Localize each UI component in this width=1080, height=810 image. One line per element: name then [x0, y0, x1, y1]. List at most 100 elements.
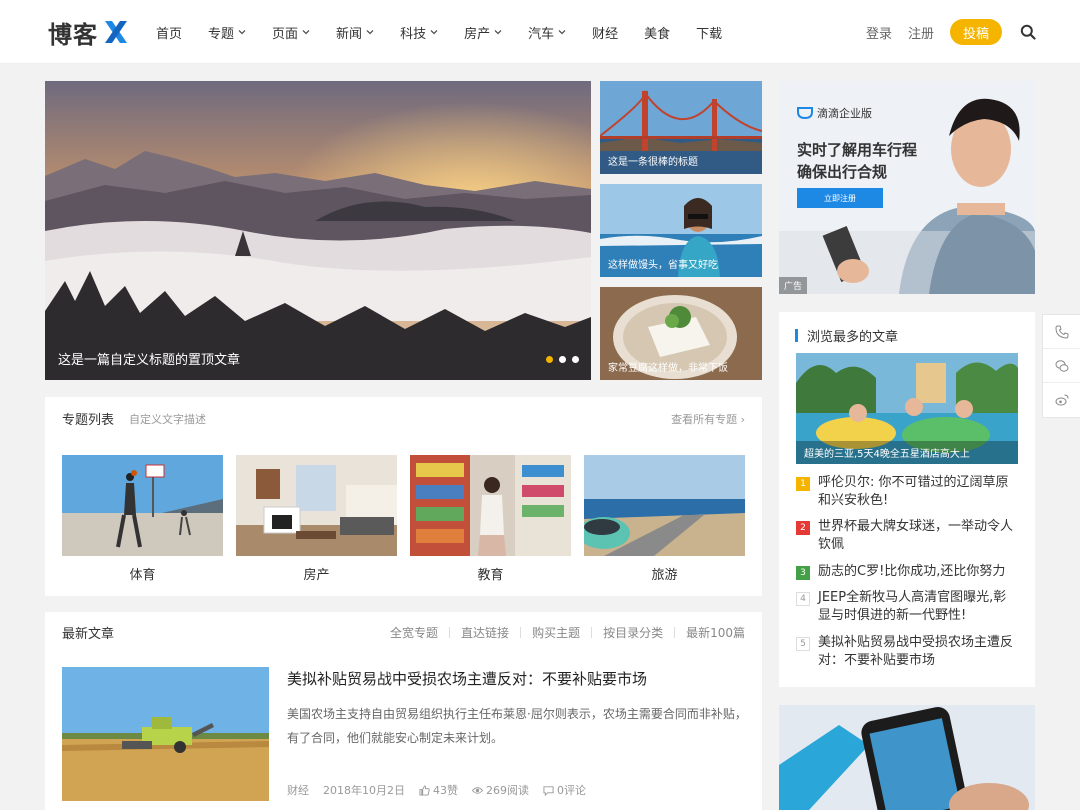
popular-top-image[interactable]: 超美的三亚,5天4晚全五星酒店高大上 [796, 353, 1018, 464]
latest-link[interactable]: 最新100篇 [686, 624, 745, 641]
ad-brand-text: 滴滴企业版 [817, 107, 872, 120]
article-views: 269阅读 [472, 782, 529, 798]
wechat-icon [1055, 359, 1068, 372]
nav-label: 科技 [400, 26, 427, 42]
latest-link[interactable]: 按目录分类 [603, 624, 663, 641]
bookstore-image [410, 455, 571, 556]
nav-item-realestate[interactable]: 房产 [464, 23, 502, 42]
chevron-down-icon [494, 30, 502, 35]
popular-title: 浏览最多的文章 [807, 330, 899, 345]
rank-badge: 4 [796, 592, 810, 606]
featured-caption[interactable]: 这是一篇自定义标题的置顶文章 [58, 349, 240, 368]
chevron-down-icon [558, 30, 566, 35]
latest-title: 最新文章 [62, 627, 115, 642]
side-feature-caption: 家常豆腐这样做，非常下饭 [608, 363, 728, 374]
popular-header: 浏览最多的文章 [795, 326, 898, 345]
divider [674, 627, 676, 638]
slider-dot[interactable] [559, 356, 566, 363]
coast-road-image [584, 455, 745, 556]
header-actions: 登录 注册 投稿 [866, 0, 1036, 64]
popular-item-title: 世界杯最大牌女球迷，一举动令人钦佩 [818, 519, 1014, 552]
topic-label: 旅游 [651, 568, 678, 583]
side-feature-caption: 这是一条很棒的标题 [608, 157, 698, 168]
latest-articles-section: 最新文章 全宽专题 直达链接 购买主题 按目录分类 最新100篇 美拟补贴贸易战… [45, 612, 762, 810]
thumbs-up-icon [419, 784, 430, 796]
nav-item-food[interactable]: 美食 [644, 23, 670, 42]
nav-label: 汽车 [528, 26, 555, 42]
harvester-image [62, 667, 269, 801]
popular-item[interactable]: 5 美拟补贴贸易战中受损农场主遭反对：不要补贴要市场 [796, 634, 1018, 670]
ad-headline-2: 确保出行合规 [797, 163, 888, 181]
article-comments[interactable]: 0评论 [543, 782, 586, 798]
topic-card-education[interactable]: 教育 [410, 455, 571, 583]
comments-count: 0评论 [557, 784, 586, 797]
featured-slider[interactable]: 这是一篇自定义标题的置顶文章 [45, 81, 591, 380]
latest-link[interactable]: 直达链接 [461, 624, 509, 641]
article-title[interactable]: 美拟补贴贸易战中受损农场主遭反对：不要补贴要市场 [287, 668, 647, 689]
topic-card-travel[interactable]: 旅游 [584, 455, 745, 583]
article-category[interactable]: 财经 [287, 782, 309, 798]
topic-card-realestate[interactable]: 房产 [236, 455, 397, 583]
nav-item-home[interactable]: 首页 [156, 23, 182, 42]
nav-item-auto[interactable]: 汽车 [528, 23, 566, 42]
popular-item[interactable]: 2 世界杯最大牌女球迷，一举动令人钦佩 [796, 518, 1018, 554]
nav-item-pages[interactable]: 页面 [272, 23, 310, 42]
eye-icon [472, 786, 483, 794]
nav-item-finance[interactable]: 财经 [592, 23, 618, 42]
latest-link[interactable]: 全宽专题 [390, 624, 438, 641]
topics-title: 专题列表 [62, 413, 115, 428]
ad-banner[interactable]: 滴滴企业版 实时了解用车行程 确保出行合规 立即注册 广告 [779, 81, 1035, 294]
likes-count: 43赞 [433, 784, 458, 797]
side-feature-2[interactable]: 这样做馒头，省事又好吃 [600, 184, 762, 277]
rank-badge: 2 [796, 521, 810, 535]
topic-label: 房产 [303, 568, 330, 583]
nav-item-tech[interactable]: 科技 [400, 23, 438, 42]
side-feature-1[interactable]: 这是一条很棒的标题 [600, 81, 762, 174]
ad-label: 广告 [779, 277, 808, 294]
login-link[interactable]: 登录 [866, 23, 892, 42]
nav-label: 页面 [272, 26, 299, 42]
post-button[interactable]: 投稿 [949, 19, 1002, 45]
slider-dot[interactable] [572, 356, 579, 363]
divider [591, 627, 593, 638]
topic-card-sports[interactable]: 体育 [62, 455, 223, 583]
weibo-icon [1055, 394, 1068, 406]
latest-link[interactable]: 购买主题 [532, 624, 580, 641]
wechat-button[interactable] [1043, 349, 1080, 383]
article-thumbnail[interactable] [62, 667, 269, 801]
side-feature-3[interactable]: 家常豆腐这样做，非常下饭 [600, 287, 762, 380]
article-date: 2018年10月2日 [323, 784, 405, 797]
featured-image [45, 81, 591, 380]
slider-dot[interactable] [546, 356, 553, 363]
popular-item-title: 美拟补贴贸易战中受损农场主遭反对：不要补贴要市场 [818, 635, 1014, 668]
register-link[interactable]: 注册 [908, 23, 934, 42]
nav-label: 首页 [156, 26, 183, 42]
site-logo[interactable]: 博客 [48, 14, 130, 50]
weibo-button[interactable] [1043, 383, 1080, 417]
nav-label: 专题 [208, 26, 235, 42]
floating-toolbar [1042, 314, 1080, 418]
divider [449, 627, 451, 638]
nav-item-news[interactable]: 新闻 [336, 23, 374, 42]
nav-label: 美食 [644, 26, 671, 42]
nav-label: 下载 [696, 26, 723, 42]
nav-item-topics[interactable]: 专题 [208, 23, 246, 42]
phone-button[interactable] [1043, 315, 1080, 349]
topic-label: 教育 [477, 568, 504, 583]
view-all-topics-link[interactable]: 查看所有专题 › [671, 411, 745, 427]
article-meta: 财经 2018年10月2日 43赞 269阅读 0评论 [287, 782, 600, 798]
ad-banner-2[interactable] [779, 705, 1035, 810]
slider-dots [546, 356, 579, 363]
ad-brand: 滴滴企业版 [797, 105, 872, 121]
popular-item[interactable]: 1 呼伦贝尔: 你不可错过的辽阔草原和兴安秋色! [796, 474, 1018, 510]
latest-links: 全宽专题 直达链接 购买主题 按目录分类 最新100篇 [390, 624, 745, 641]
rank-badge: 3 [796, 566, 810, 580]
search-icon[interactable] [1020, 24, 1036, 40]
main-nav: 首页 专题 页面 新闻 科技 房产 汽车 财经 美食 下载 [156, 0, 748, 64]
popular-item[interactable]: 3 励志的C罗!比你成功,还比你努力 [796, 563, 1018, 581]
nav-item-download[interactable]: 下载 [696, 23, 722, 42]
ad-register-button[interactable]: 立即注册 [797, 188, 883, 208]
popular-item-title: 励志的C罗!比你成功,还比你努力 [818, 564, 1006, 579]
article-likes[interactable]: 43赞 [419, 782, 458, 798]
popular-item[interactable]: 4 JEEP全新牧马人高清官图曝光,彰显与时俱进的新一代野性! [796, 589, 1018, 625]
